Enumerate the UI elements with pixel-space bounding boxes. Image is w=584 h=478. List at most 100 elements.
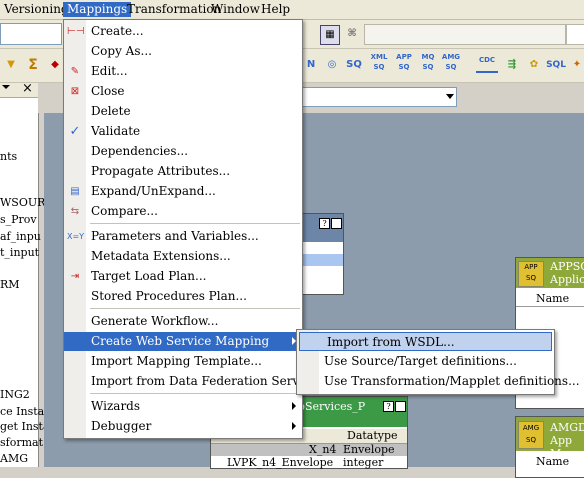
navigator-item[interactable]: AMG: [0, 452, 28, 465]
filter-icon[interactable]: ▼: [2, 56, 20, 74]
workspace-combo[interactable]: [300, 87, 457, 107]
menu-item-label: Wizards: [91, 399, 141, 413]
menu-item-delete[interactable]: Delete: [64, 102, 302, 121]
menu-item-copy-as[interactable]: Copy As...: [64, 42, 302, 61]
menu-item-use-transformation-mapplet[interactable]: Use Transformation/Mapplet definitions..…: [297, 372, 580, 391]
menu-item-parameters-variables[interactable]: X=Y Parameters and Variables...: [64, 227, 302, 246]
mq-sq-icon[interactable]: MQ SQ: [417, 52, 439, 71]
menu-item-close[interactable]: ⊠ Close: [64, 82, 302, 101]
object-title: AMGD: [550, 421, 584, 434]
row-name: LVPK_n4_Envelope: [227, 456, 334, 469]
navigator-item[interactable]: get Insta: [0, 420, 50, 433]
app-sq-icon[interactable]: APP SQ: [393, 52, 415, 71]
dropdown-arrow-icon[interactable]: [2, 85, 10, 89]
menu-item-edit[interactable]: ✎ Edit...: [64, 62, 302, 81]
refresh-icon[interactable]: ◎: [323, 56, 341, 74]
table-row[interactable]: X_n4 Envelope: [211, 443, 407, 456]
navigator-item[interactable]: RM: [0, 278, 20, 291]
divider: [516, 306, 584, 307]
toolbar-input[interactable]: [566, 24, 584, 45]
menu-item-label: Edit...: [91, 64, 128, 78]
close-icon[interactable]: ×: [22, 81, 33, 96]
menu-item-label: Use Source/Target definitions...: [324, 354, 517, 368]
menu-item-create-web-service-mapping[interactable]: Create Web Service Mapping: [64, 332, 302, 351]
navigator-item[interactable]: s_Prov: [0, 213, 37, 226]
object-header: AMG SQ AMGD App M: [516, 417, 584, 460]
help-icon[interactable]: ?: [383, 401, 394, 412]
web-service-submenu: Import from WSDL... Use Source/Target de…: [296, 329, 580, 395]
transform-icon[interactable]: ⇶: [503, 56, 521, 74]
close-mapping-icon: ⊠: [70, 86, 80, 97]
menu-item-generate-workflow[interactable]: Generate Workflow...: [64, 312, 302, 331]
menu-item-use-source-target[interactable]: Use Source/Target definitions...: [297, 352, 554, 371]
navigator-item[interactable]: sformat: [0, 436, 43, 449]
submenu-arrow-icon: [292, 422, 296, 430]
column-header-name: Name: [536, 292, 570, 305]
minimize-icon[interactable]: [395, 401, 406, 412]
menu-item-label: Create...: [91, 24, 144, 38]
amg-sq-icon[interactable]: AMG SQ: [440, 52, 462, 71]
minimize-icon[interactable]: [331, 218, 342, 229]
menu-item-label: Use Transformation/Mapplet definitions..…: [324, 374, 580, 388]
menu-item-dependencies[interactable]: Dependencies...: [64, 142, 302, 161]
menu-item-validate[interactable]: ✓ Validate: [64, 122, 302, 141]
menu-item-label: Stored Procedures Plan...: [91, 289, 247, 303]
menu-item-target-load-plan[interactable]: ⇥ Target Load Plan...: [64, 267, 302, 286]
toolbar-combo[interactable]: [0, 23, 62, 45]
menu-item-label: Copy As...: [91, 44, 152, 58]
menu-mappings[interactable]: Mappings: [63, 2, 132, 17]
menu-item-stored-procedures-plan[interactable]: Stored Procedures Plan...: [64, 287, 302, 306]
menu-item-label: Metadata Extensions...: [91, 249, 231, 263]
menu-item-compare[interactable]: ⇆ Compare...: [64, 202, 302, 221]
row-datatype: integer: [343, 456, 384, 469]
menu-item-debugger[interactable]: Debugger: [64, 417, 302, 436]
menu-item-label: Close: [91, 84, 125, 98]
navigator-panel: nts WSOUR s_Prov af_inpu t_input RM ING2…: [0, 98, 50, 467]
menu-item-metadata-extensions[interactable]: Metadata Extensions...: [64, 247, 302, 266]
router-icon[interactable]: ◆: [46, 56, 64, 74]
menu-item-label: Generate Workflow...: [91, 314, 219, 328]
create-icon: ⊢⊣: [67, 26, 85, 37]
help-icon[interactable]: ?: [319, 218, 330, 229]
grid-icon[interactable]: ▦: [320, 25, 340, 45]
menu-item-create[interactable]: ⊢⊣ Create...: [64, 22, 302, 41]
menu-item-expand[interactable]: ▤ Expand/UnExpand...: [64, 182, 302, 201]
toolbar-dropdown[interactable]: [364, 24, 566, 45]
compare-icon: ⇆: [70, 206, 80, 217]
navigator-item[interactable]: t_input: [0, 246, 39, 259]
menu-item-propagate-attributes[interactable]: Propagate Attributes...: [64, 162, 302, 181]
navigator-item[interactable]: ce Insta: [0, 405, 44, 418]
object-header: APPSQ APPSQ Applica: [516, 258, 584, 288]
menu-item-wizards[interactable]: Wizards: [64, 397, 302, 416]
menu-item-import-mapping-template[interactable]: Import Mapping Template...: [64, 352, 302, 371]
menu-help[interactable]: Help: [257, 2, 294, 17]
menu-window[interactable]: Window: [207, 2, 264, 17]
parameters-icon: X=Y: [67, 232, 85, 241]
gear-icon[interactable]: ✿: [525, 56, 543, 74]
tools-icon[interactable]: ✦: [568, 56, 584, 74]
menu-item-label: Expand/UnExpand...: [91, 184, 216, 198]
app-source-qualifier-icon: APP SQ: [518, 261, 544, 287]
sum-icon[interactable]: Σ: [24, 56, 42, 74]
cdc-icon[interactable]: CDC: [476, 53, 498, 73]
amgdsq-object[interactable]: AMG SQ AMGD App M Name: [515, 416, 584, 478]
navigator-item[interactable]: af_inpu: [0, 230, 41, 243]
normalizer-icon[interactable]: N: [302, 56, 320, 74]
navigator-item[interactable]: WSOUR: [0, 196, 45, 209]
submenu-arrow-icon: [292, 402, 296, 410]
menu-item-import-data-federation[interactable]: Import from Data Federation Server...: [64, 372, 322, 391]
mappings-menu: ⊢⊣ Create... Copy As... ✎ Edit... ⊠ Clos…: [63, 19, 322, 439]
navigator-item[interactable]: ING2: [0, 388, 30, 401]
table-row[interactable]: LVPK_n4_Envelope integer: [211, 456, 407, 469]
menu-item-import-from-wsdl[interactable]: Import from WSDL...: [299, 332, 552, 351]
menu-bar: Versioning Mappings Transformation Windo…: [0, 0, 584, 20]
sql-icon[interactable]: SQL: [545, 56, 567, 74]
navigator-item[interactable]: nts: [0, 150, 17, 163]
menu-separator: [90, 223, 300, 224]
menu-item-label: Validate: [91, 124, 141, 138]
network-icon[interactable]: ⌘: [343, 25, 361, 43]
xml-sq-icon[interactable]: XML SQ: [368, 52, 390, 71]
sq-icon[interactable]: SQ: [345, 56, 363, 74]
menu-versioning[interactable]: Versioning: [0, 2, 73, 17]
menu-item-label: Debugger: [91, 419, 152, 433]
